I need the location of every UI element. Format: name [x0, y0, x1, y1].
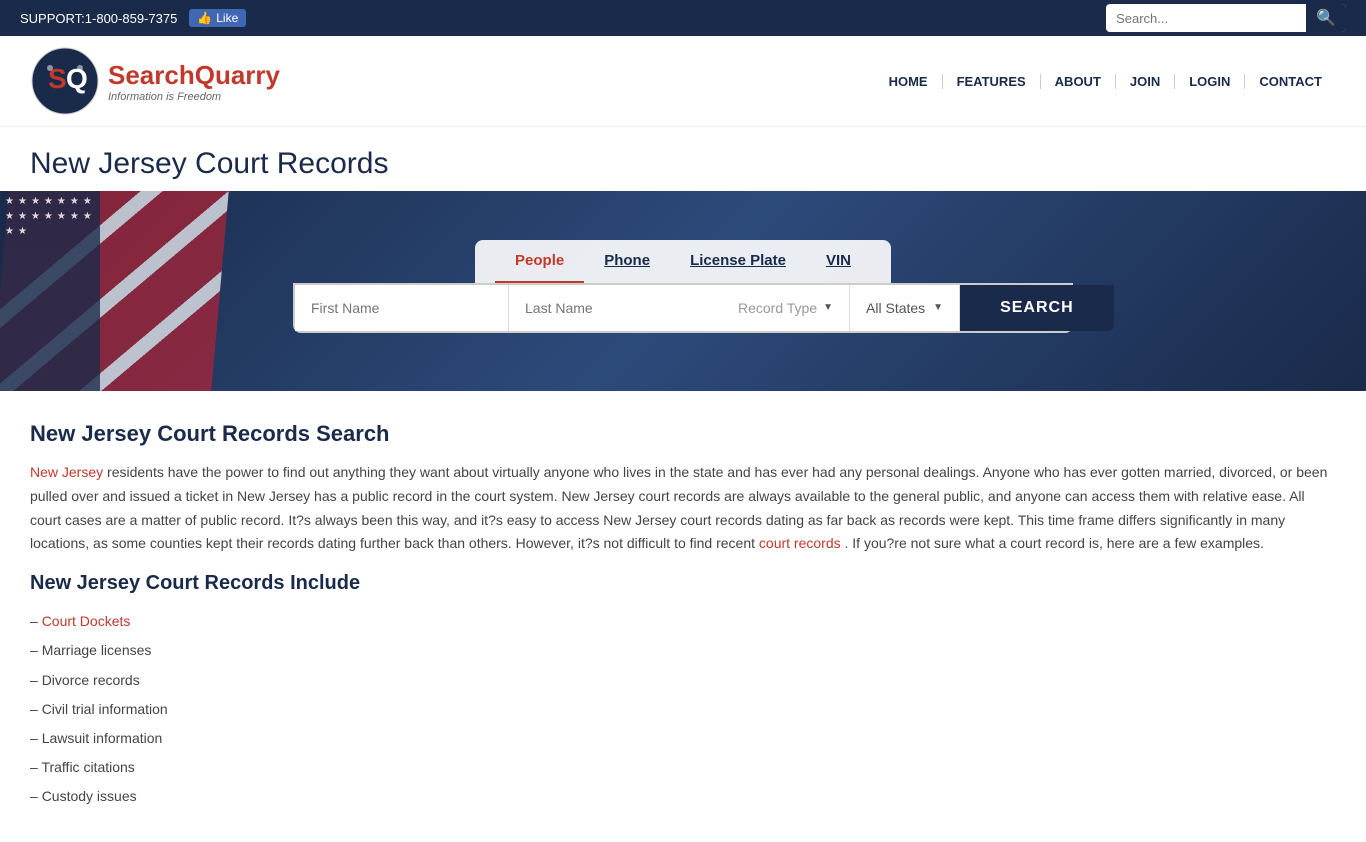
- nav-features[interactable]: FEATURES: [943, 74, 1041, 89]
- star-14: ★: [83, 211, 92, 222]
- last-name-input[interactable]: [509, 285, 722, 331]
- top-search-button[interactable]: 🔍: [1306, 4, 1346, 32]
- content-heading: New Jersey Court Records Search: [30, 421, 1336, 447]
- page-title: New Jersey Court Records: [30, 147, 1336, 181]
- search-container: People Phone License Plate VIN Record Ty…: [293, 240, 1073, 333]
- tab-vin[interactable]: VIN: [806, 240, 871, 283]
- logo-name-blue: Quarry: [195, 60, 280, 90]
- star-7: ★: [83, 196, 92, 207]
- logo: S Q SearchQuarry Information is Freedom: [30, 46, 280, 116]
- record-type-label: Record Type: [738, 300, 817, 316]
- search-tabs: People Phone License Plate VIN: [475, 240, 891, 283]
- stars-decoration: ★ ★ ★ ★ ★ ★ ★ ★ ★ ★ ★ ★ ★ ★ ★ ★: [0, 191, 100, 391]
- top-search-form: 🔍: [1106, 4, 1346, 32]
- star-4: ★: [44, 196, 53, 207]
- support-text: SUPPORT:1-800-859-7375: [20, 11, 177, 26]
- fb-like-button[interactable]: 👍 Like: [189, 9, 246, 27]
- star-13: ★: [70, 211, 79, 222]
- record-text: Lawsuit information: [42, 730, 163, 746]
- tab-phone[interactable]: Phone: [584, 240, 670, 283]
- star-1: ★: [5, 196, 14, 207]
- record-text: Traffic citations: [41, 759, 134, 775]
- tab-license-plate[interactable]: License Plate: [670, 240, 806, 283]
- fb-thumb-icon: 👍: [197, 11, 212, 25]
- list-item: – Lawsuit information: [30, 724, 1336, 753]
- nav-login[interactable]: LOGIN: [1175, 74, 1245, 89]
- fb-like-label: Like: [216, 11, 238, 25]
- content-paragraph: New Jersey residents have the power to f…: [30, 461, 1336, 556]
- star-11: ★: [44, 211, 53, 222]
- star-5: ★: [57, 196, 66, 207]
- list-item: – Marriage licenses: [30, 636, 1336, 665]
- logo-icon: S Q: [30, 46, 100, 116]
- all-states-dropdown[interactable]: All States ▼: [850, 285, 960, 331]
- nav-join[interactable]: JOIN: [1116, 74, 1175, 89]
- star-12: ★: [57, 211, 66, 222]
- nj-link[interactable]: New Jersey: [30, 464, 103, 480]
- list-item: – Court Dockets: [30, 607, 1336, 636]
- top-bar: SUPPORT:1-800-859-7375 👍 Like 🔍: [0, 0, 1366, 36]
- record-text: Civil trial information: [42, 701, 168, 717]
- list-item: – Custody issues: [30, 782, 1336, 811]
- star-10: ★: [31, 211, 40, 222]
- tab-people[interactable]: People: [495, 240, 584, 283]
- main-nav: HOME FEATURES ABOUT JOIN LOGIN CONTACT: [875, 74, 1336, 89]
- court-records-link[interactable]: court records: [759, 535, 841, 551]
- paragraph-end: . If you?re not sure what a court record…: [845, 535, 1264, 551]
- nav-home[interactable]: HOME: [875, 74, 943, 89]
- logo-tagline: Information is Freedom: [108, 91, 280, 103]
- record-type-dropdown[interactable]: Record Type ▼: [722, 285, 850, 331]
- search-form: Record Type ▼ All States ▼ SEARCH: [293, 283, 1073, 333]
- logo-name-red: Search: [108, 60, 195, 90]
- logo-name: SearchQuarry: [108, 60, 280, 91]
- nav-about[interactable]: ABOUT: [1041, 74, 1116, 89]
- records-list: – Court Dockets – Marriage licenses – Di…: [30, 607, 1336, 811]
- page-title-section: New Jersey Court Records: [0, 127, 1366, 191]
- top-search-input[interactable]: [1106, 7, 1306, 30]
- record-type-arrow: ▼: [823, 302, 833, 313]
- list-item: – Divorce records: [30, 666, 1336, 695]
- main-content: New Jersey Court Records Search New Jers…: [0, 391, 1366, 842]
- hero-banner: ★ ★ ★ ★ ★ ★ ★ ★ ★ ★ ★ ★ ★ ★ ★ ★ People P…: [0, 191, 1366, 391]
- include-heading: New Jersey Court Records Include: [30, 572, 1336, 595]
- record-text: Marriage licenses: [42, 642, 152, 658]
- top-bar-left: SUPPORT:1-800-859-7375 👍 Like: [20, 9, 246, 27]
- all-states-arrow: ▼: [933, 302, 943, 313]
- first-name-input[interactable]: [295, 285, 509, 331]
- record-text: Custody issues: [42, 788, 137, 804]
- star-9: ★: [18, 211, 27, 222]
- logo-text: SearchQuarry Information is Freedom: [108, 60, 280, 103]
- header: S Q SearchQuarry Information is Freedom …: [0, 36, 1366, 127]
- all-states-label: All States: [866, 300, 925, 316]
- star-8: ★: [5, 211, 14, 222]
- list-item: – Civil trial information: [30, 695, 1336, 724]
- court-dockets-link[interactable]: Court Dockets: [42, 613, 131, 629]
- search-button[interactable]: SEARCH: [960, 285, 1114, 331]
- star-6: ★: [70, 196, 79, 207]
- star-3: ★: [31, 196, 40, 207]
- svg-text:Q: Q: [66, 63, 88, 94]
- record-text: Divorce records: [42, 672, 140, 688]
- star-15: ★: [5, 226, 14, 237]
- nav-contact[interactable]: CONTACT: [1245, 74, 1336, 89]
- star-2: ★: [18, 196, 27, 207]
- star-16: ★: [18, 226, 27, 237]
